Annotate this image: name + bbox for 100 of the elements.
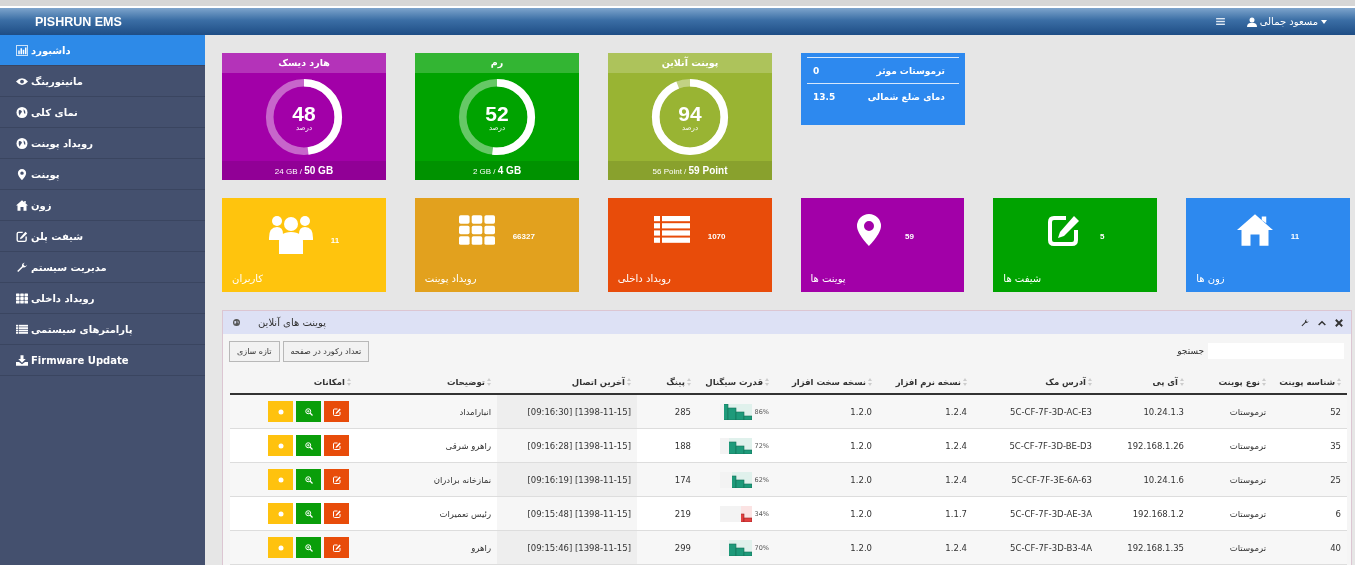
edit-button[interactable]: [324, 401, 349, 422]
tile-count: 1070: [707, 231, 726, 241]
info-value: 13.5: [813, 91, 836, 102]
table-cell: 1.1.7: [945, 508, 967, 519]
column-header[interactable]: آدرس مک: [1045, 377, 1086, 387]
globe-icon: [16, 106, 28, 118]
sort-icon[interactable]: [1262, 378, 1266, 386]
table-cell: 1.2.0: [850, 440, 872, 451]
column-header[interactable]: امکانات: [313, 377, 345, 387]
table-cell: 5C-CF-7F-3D-AE-3A: [1010, 508, 1092, 519]
gauge-footer: 2 GB / 4 GB: [415, 161, 579, 180]
sort-icon[interactable]: [627, 378, 631, 386]
dot-icon: [276, 441, 285, 450]
sidebar-item[interactable]: نمای کلی: [0, 97, 205, 128]
download-icon: [16, 354, 28, 366]
sidebar-item[interactable]: پوینت: [0, 159, 205, 190]
column-header[interactable]: پینگ: [666, 377, 685, 387]
tile-label: پوینت ها: [810, 273, 846, 284]
sidebar-item[interactable]: Firmware Update: [0, 345, 205, 376]
zoom-button[interactable]: [296, 469, 321, 490]
sidebar-item[interactable]: زون: [0, 190, 205, 221]
sort-icon[interactable]: [1337, 378, 1341, 386]
zoom-in-icon: [304, 475, 313, 484]
table-cell: ترموستات: [1229, 474, 1266, 485]
sidebar-item[interactable]: مانیتورینگ: [0, 66, 205, 97]
column-header[interactable]: شناسه پوینت: [1279, 377, 1335, 387]
table-cell: راهرو شرقی: [445, 440, 491, 451]
app-logo: PISHRUN EMS: [35, 14, 122, 29]
light-button[interactable]: [268, 469, 293, 490]
menu-icon[interactable]: [1215, 18, 1225, 25]
table-cell: 192.168.1.35: [1127, 542, 1184, 553]
zoom-button[interactable]: [296, 401, 321, 422]
caret-icon: [1321, 19, 1327, 24]
sidebar-item[interactable]: پارامترهای سیستمی: [0, 314, 205, 345]
column-header[interactable]: توضیحات: [446, 377, 485, 387]
edit-button[interactable]: [324, 503, 349, 524]
sort-icon[interactable]: [1180, 378, 1184, 386]
toolbar-button[interactable]: تعداد رکورد در صفحه: [282, 340, 370, 362]
zoom-button[interactable]: [296, 435, 321, 456]
table-cell: 174: [674, 474, 691, 485]
dot-icon: [276, 509, 285, 518]
column-header[interactable]: آخرین اتصال: [571, 377, 625, 387]
light-button[interactable]: [268, 401, 293, 422]
table-cell: 1.2.0: [850, 406, 872, 417]
edit-button[interactable]: [324, 435, 349, 456]
gauge-value: 94: [678, 102, 702, 124]
close-icon[interactable]: [1335, 318, 1343, 327]
column-header[interactable]: آی پی: [1152, 377, 1178, 387]
sidebar-item[interactable]: رویداد پوینت: [0, 128, 205, 159]
sort-icon[interactable]: [765, 378, 769, 386]
table-cell: [09:16:28] [1398-11-15]: [527, 440, 631, 451]
sort-icon[interactable]: [1088, 378, 1092, 386]
table-cell: [09:15:46] [1398-11-15]: [527, 542, 631, 553]
tile-label: رویداد داخلی: [617, 273, 671, 284]
light-button[interactable]: [268, 435, 293, 456]
column-header[interactable]: قدرت سیگنال: [705, 377, 763, 387]
sidebar-item[interactable]: داشبورد: [0, 35, 205, 66]
sort-icon[interactable]: [487, 378, 491, 386]
list-icon: [16, 323, 28, 335]
table-cell: [09:15:48] [1398-11-15]: [527, 508, 631, 519]
tile-label: رویداد پوینت: [424, 273, 477, 284]
column-header[interactable]: نسخه نرم افزار: [895, 377, 961, 387]
zoom-button[interactable]: [296, 503, 321, 524]
table-cell: 1.2.4: [945, 542, 967, 553]
chart-icon: [16, 44, 28, 56]
wrench-icon: [16, 261, 28, 273]
zoom-in-icon: [304, 543, 313, 552]
sort-icon[interactable]: [687, 378, 691, 386]
table-cell: رئیس تعمیرات: [439, 508, 491, 519]
edit-button[interactable]: [324, 469, 349, 490]
table-cell: 5C-CF-7F-3D-AC-E3: [1010, 406, 1092, 417]
table-cell: راهرو: [471, 542, 491, 553]
sidebar-item[interactable]: رویداد داخلی: [0, 283, 205, 314]
column-header[interactable]: نوع پوینت: [1218, 377, 1260, 387]
gauge-title: هارد دیسک: [222, 53, 386, 73]
tile-count: 66327: [512, 231, 535, 241]
sort-icon[interactable]: [963, 378, 967, 386]
wrench-icon[interactable]: [1301, 318, 1309, 327]
sidebar-item[interactable]: مدیریت سیستم: [0, 252, 205, 283]
table-cell: انبارامداد: [459, 406, 491, 417]
grid-icon: [16, 292, 28, 304]
sort-icon[interactable]: [868, 378, 872, 386]
table-cell: 5C-CF-7F-3D-BE-D3: [1009, 440, 1092, 451]
table-cell: ترموستات: [1229, 542, 1266, 553]
column-header[interactable]: نسخه سخت افزار: [791, 377, 866, 387]
light-button[interactable]: [268, 537, 293, 558]
table-cell: ترموستات: [1229, 508, 1266, 519]
light-button[interactable]: [268, 503, 293, 524]
info-label: دمای ضلع شمالی: [867, 91, 946, 102]
sidebar-item[interactable]: شیفت پلن: [0, 221, 205, 252]
toolbar-button[interactable]: تازه سازی: [229, 340, 280, 362]
table-cell: 10.24.1.6: [1143, 474, 1184, 485]
table-cell: 35: [1330, 440, 1341, 451]
collapse-icon[interactable]: [1318, 318, 1326, 327]
map-pin-icon: [16, 168, 28, 180]
table-cell: 1.2.4: [945, 406, 967, 417]
edit-button[interactable]: [324, 537, 349, 558]
user-menu[interactable]: مسعود جمالی: [1246, 16, 1327, 27]
zoom-button[interactable]: [296, 537, 321, 558]
sort-icon[interactable]: [347, 378, 351, 386]
